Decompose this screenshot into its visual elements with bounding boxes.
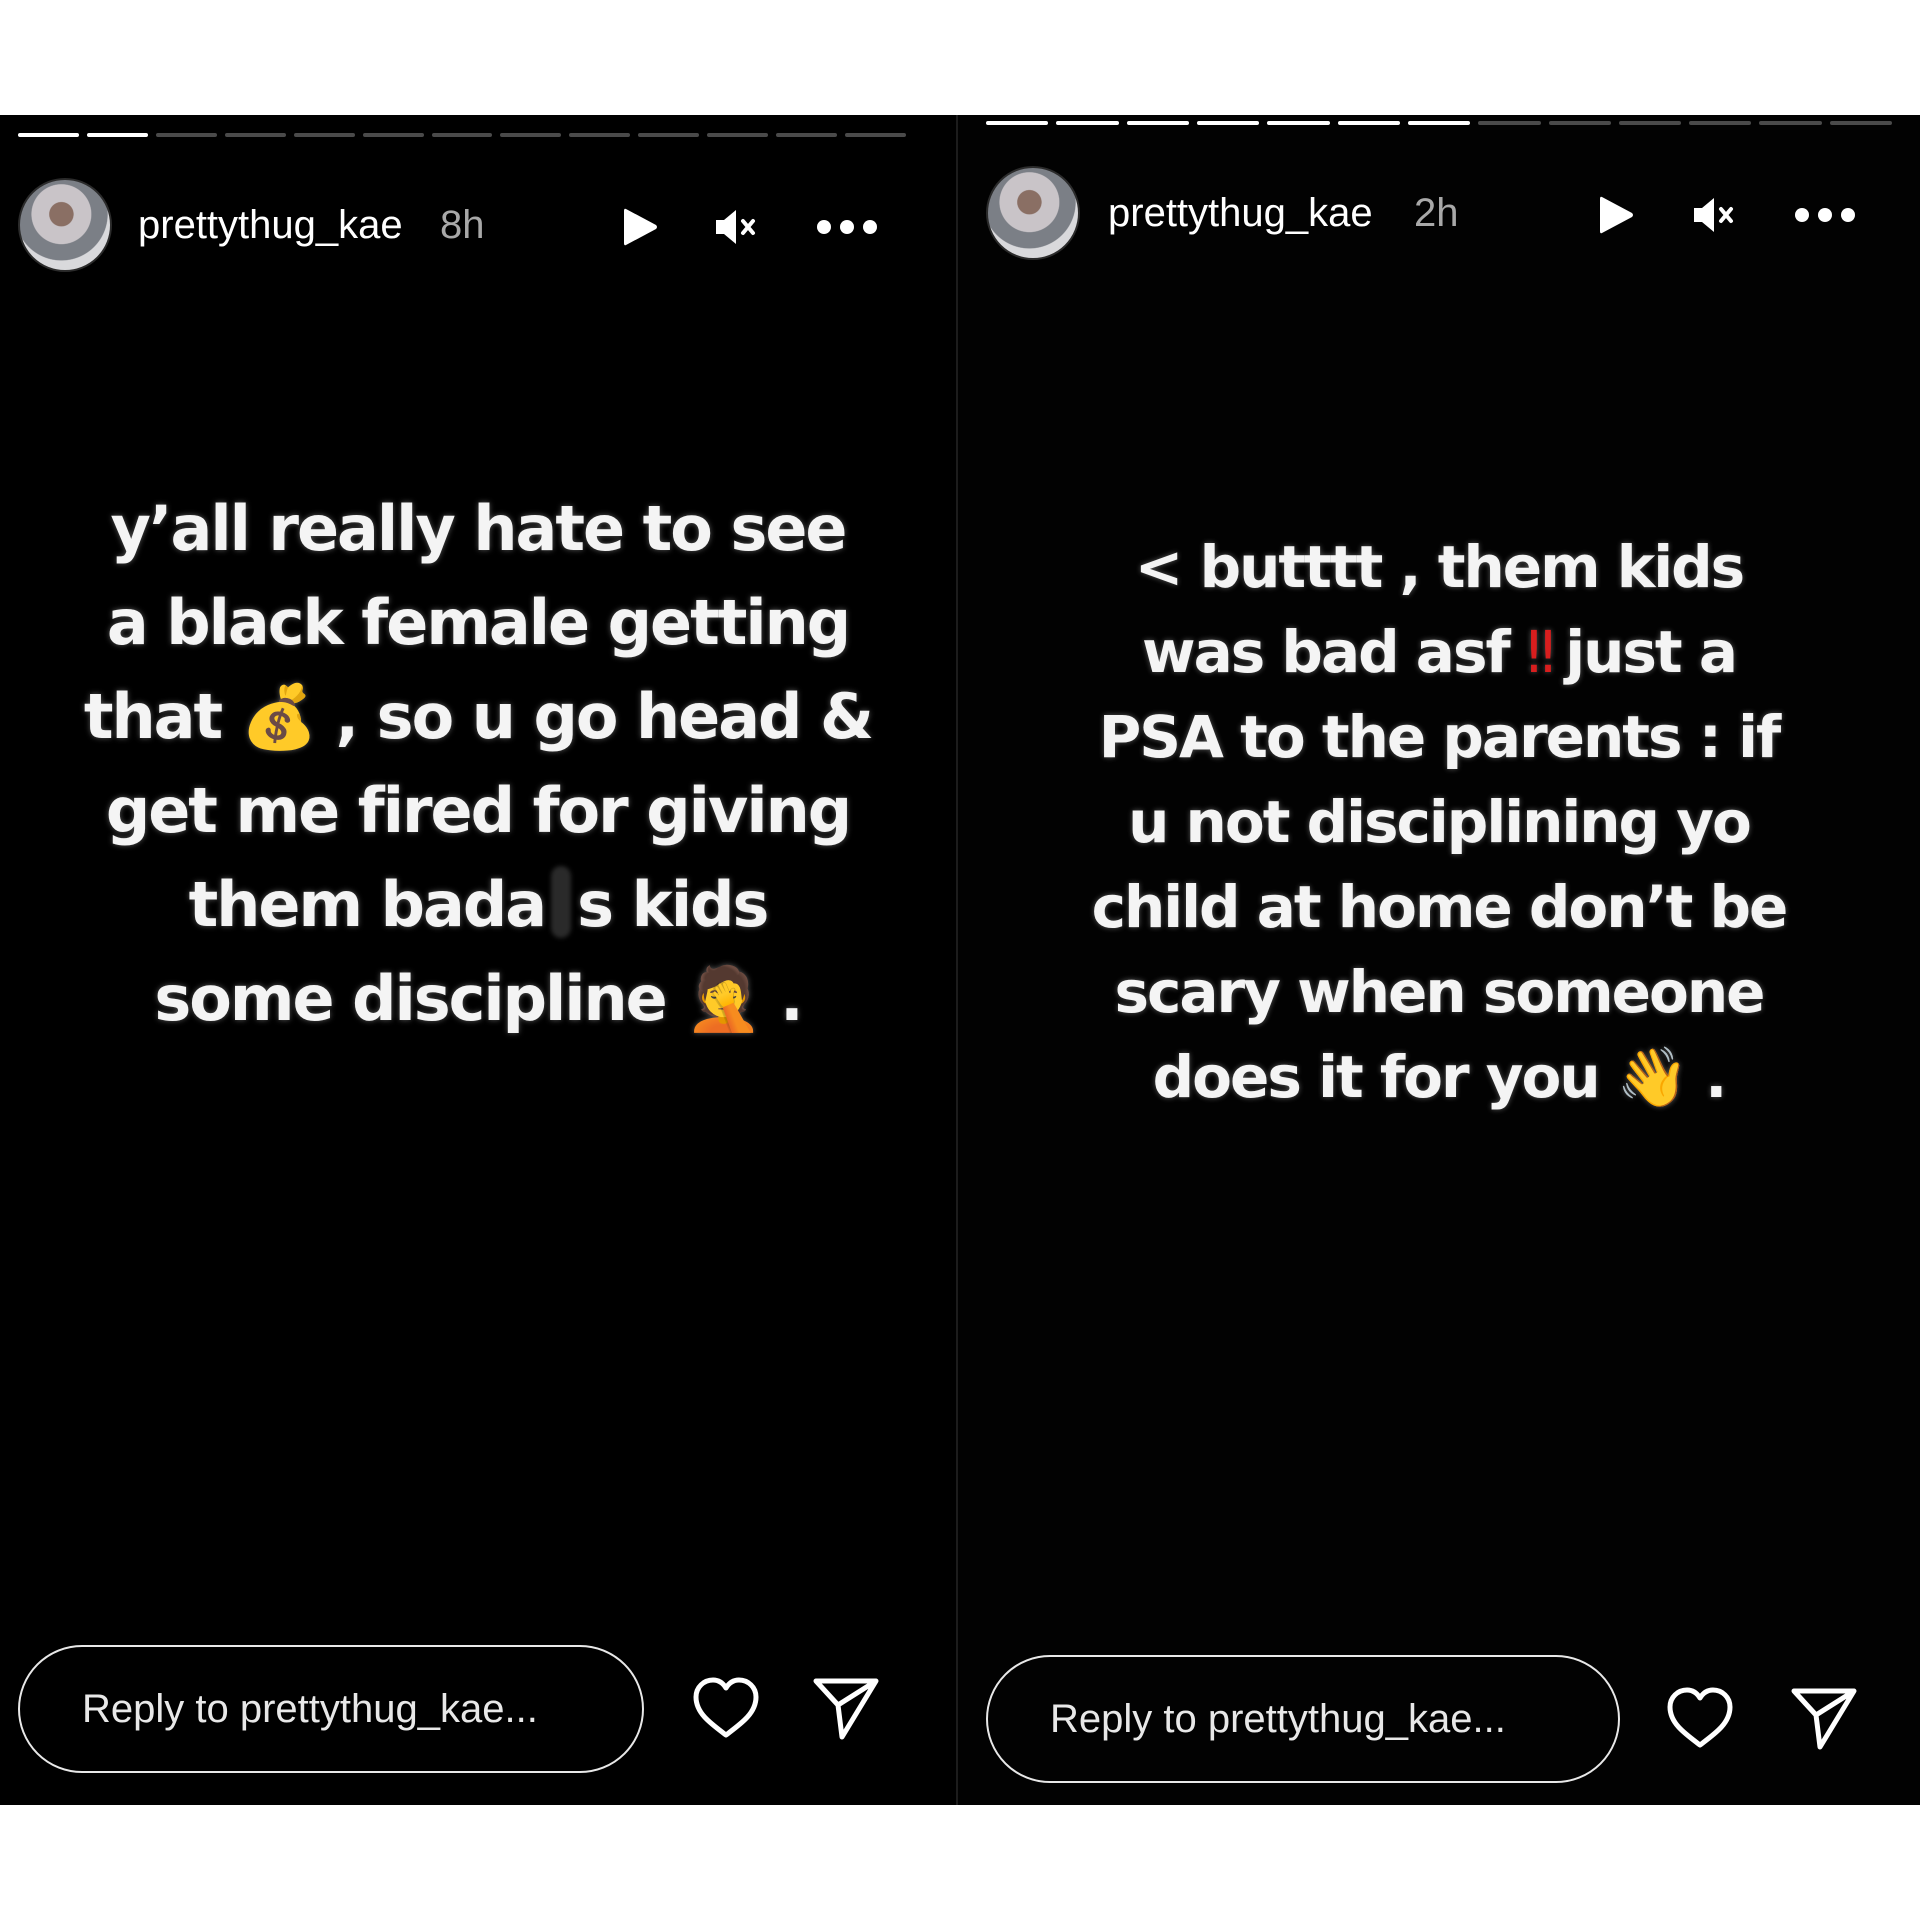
username[interactable]: prettythug_kae — [138, 203, 403, 248]
progress-segment — [1056, 121, 1119, 125]
caption-text: < butttt , them kids — [1134, 533, 1745, 601]
progress-segment — [1337, 121, 1400, 125]
progress-segment — [431, 133, 493, 137]
moneybag-emoji: 💰 — [240, 680, 318, 753]
story-header: prettythug_kae 2h — [958, 163, 1920, 263]
wave-emoji: 👋 — [1616, 1043, 1689, 1111]
mute-icon[interactable] — [1688, 189, 1740, 241]
story-header: prettythug_kae 8h — [0, 175, 956, 275]
progress-segment — [569, 133, 631, 137]
caption-text: scary when someone — [1114, 958, 1766, 1026]
caption-text: get me fired for giving — [105, 774, 852, 847]
progress-segment — [362, 133, 424, 137]
progress-segment — [224, 133, 286, 137]
caption-text: PSA to the parents : if — [1098, 703, 1782, 771]
caption-line: them bada s kids — [40, 858, 916, 952]
caption-line: a black female getting — [40, 576, 916, 670]
story-caption: < butttt , them kids was bad asf ‼ just a… — [998, 525, 1880, 1120]
story-panel-right: prettythug_kae 2h < butttt , them kids wa… — [958, 115, 1920, 1805]
progress-segment — [1407, 121, 1471, 125]
caption-line: < butttt , them kids — [998, 525, 1880, 610]
progress-segment — [500, 133, 562, 137]
progress-segment — [1689, 121, 1752, 125]
mute-icon[interactable] — [710, 201, 762, 253]
progress-segment — [86, 133, 148, 137]
progress-segment — [1126, 121, 1189, 125]
caption-text: child at home don’t be — [1091, 873, 1789, 941]
caption-line: PSA to the parents : if — [998, 695, 1880, 780]
caption-text: . — [1687, 1043, 1727, 1111]
caption-line: child at home don’t be — [998, 865, 1880, 950]
caption-text: that — [83, 680, 241, 753]
story-progress-bar — [18, 133, 906, 137]
caption-text: s kids — [577, 868, 769, 941]
story-caption: y’all really hate to see a black female g… — [40, 482, 916, 1046]
caption-text: just a — [1547, 618, 1738, 686]
caption-line: scary when someone — [998, 950, 1880, 1035]
post-time: 2h — [1414, 191, 1459, 235]
more-options-icon[interactable] — [1794, 189, 1856, 241]
story-footer: Reply to prettythug_kae... — [0, 1645, 956, 1785]
send-icon[interactable] — [810, 1673, 882, 1745]
progress-segment — [638, 133, 700, 137]
progress-segment — [293, 133, 355, 137]
progress-segment — [776, 133, 838, 137]
progress-segment — [1267, 121, 1330, 125]
caption-line: that 💰 , so u go head & — [40, 670, 916, 764]
reply-input[interactable]: Reply to prettythug_kae... — [986, 1655, 1620, 1783]
play-icon[interactable] — [1590, 189, 1642, 241]
caption-line: does it for you 👋 . — [998, 1035, 1880, 1120]
caption-text: a black female getting — [106, 586, 851, 659]
redaction-mark — [551, 866, 572, 938]
progress-segment — [155, 133, 217, 137]
caption-text: does it for you — [1152, 1043, 1617, 1111]
send-icon[interactable] — [1788, 1683, 1860, 1755]
bangbang-emoji: ‼ — [1526, 618, 1555, 686]
caption-text: , so u go head & — [315, 680, 875, 753]
progress-segment — [845, 133, 906, 137]
caption-text: them bada — [188, 868, 547, 941]
caption-line: some discipline 🤦 . — [40, 952, 916, 1046]
progress-segment — [1618, 121, 1682, 125]
username[interactable]: prettythug_kae — [1108, 191, 1373, 236]
story-progress-bar — [986, 121, 1893, 125]
caption-text: y’all really hate to see — [110, 492, 848, 565]
progress-segment — [1829, 121, 1893, 125]
progress-segment — [1196, 121, 1260, 125]
caption-line: y’all really hate to see — [40, 482, 916, 576]
caption-line: get me fired for giving — [40, 764, 916, 858]
play-icon[interactable] — [614, 201, 666, 253]
post-time: 8h — [440, 203, 485, 247]
more-options-icon[interactable] — [816, 201, 878, 253]
reply-input[interactable]: Reply to prettythug_kae... — [18, 1645, 644, 1773]
facepalm-emoji: 🤦 — [685, 962, 762, 1035]
heart-icon[interactable] — [1664, 1683, 1736, 1755]
caption-text: was bad asf — [1142, 618, 1527, 686]
story-panel-left: prettythug_kae 8h y’all really hate to s… — [0, 115, 956, 1805]
progress-segment — [1478, 121, 1541, 125]
progress-segment — [707, 133, 769, 137]
caption-line: u not disciplining yo — [998, 780, 1880, 865]
caption-text: . — [760, 962, 804, 1035]
heart-icon[interactable] — [690, 1673, 762, 1745]
caption-text: u not disciplining yo — [1128, 788, 1752, 856]
avatar[interactable] — [18, 178, 112, 272]
caption-text: some discipline — [154, 962, 686, 1035]
avatar[interactable] — [986, 166, 1080, 260]
story-footer: Reply to prettythug_kae... — [958, 1655, 1920, 1795]
progress-segment — [18, 133, 79, 137]
caption-line: was bad asf ‼ just a — [998, 610, 1880, 695]
progress-segment — [986, 121, 1049, 125]
progress-segment — [1759, 121, 1822, 125]
progress-segment — [1548, 121, 1611, 125]
